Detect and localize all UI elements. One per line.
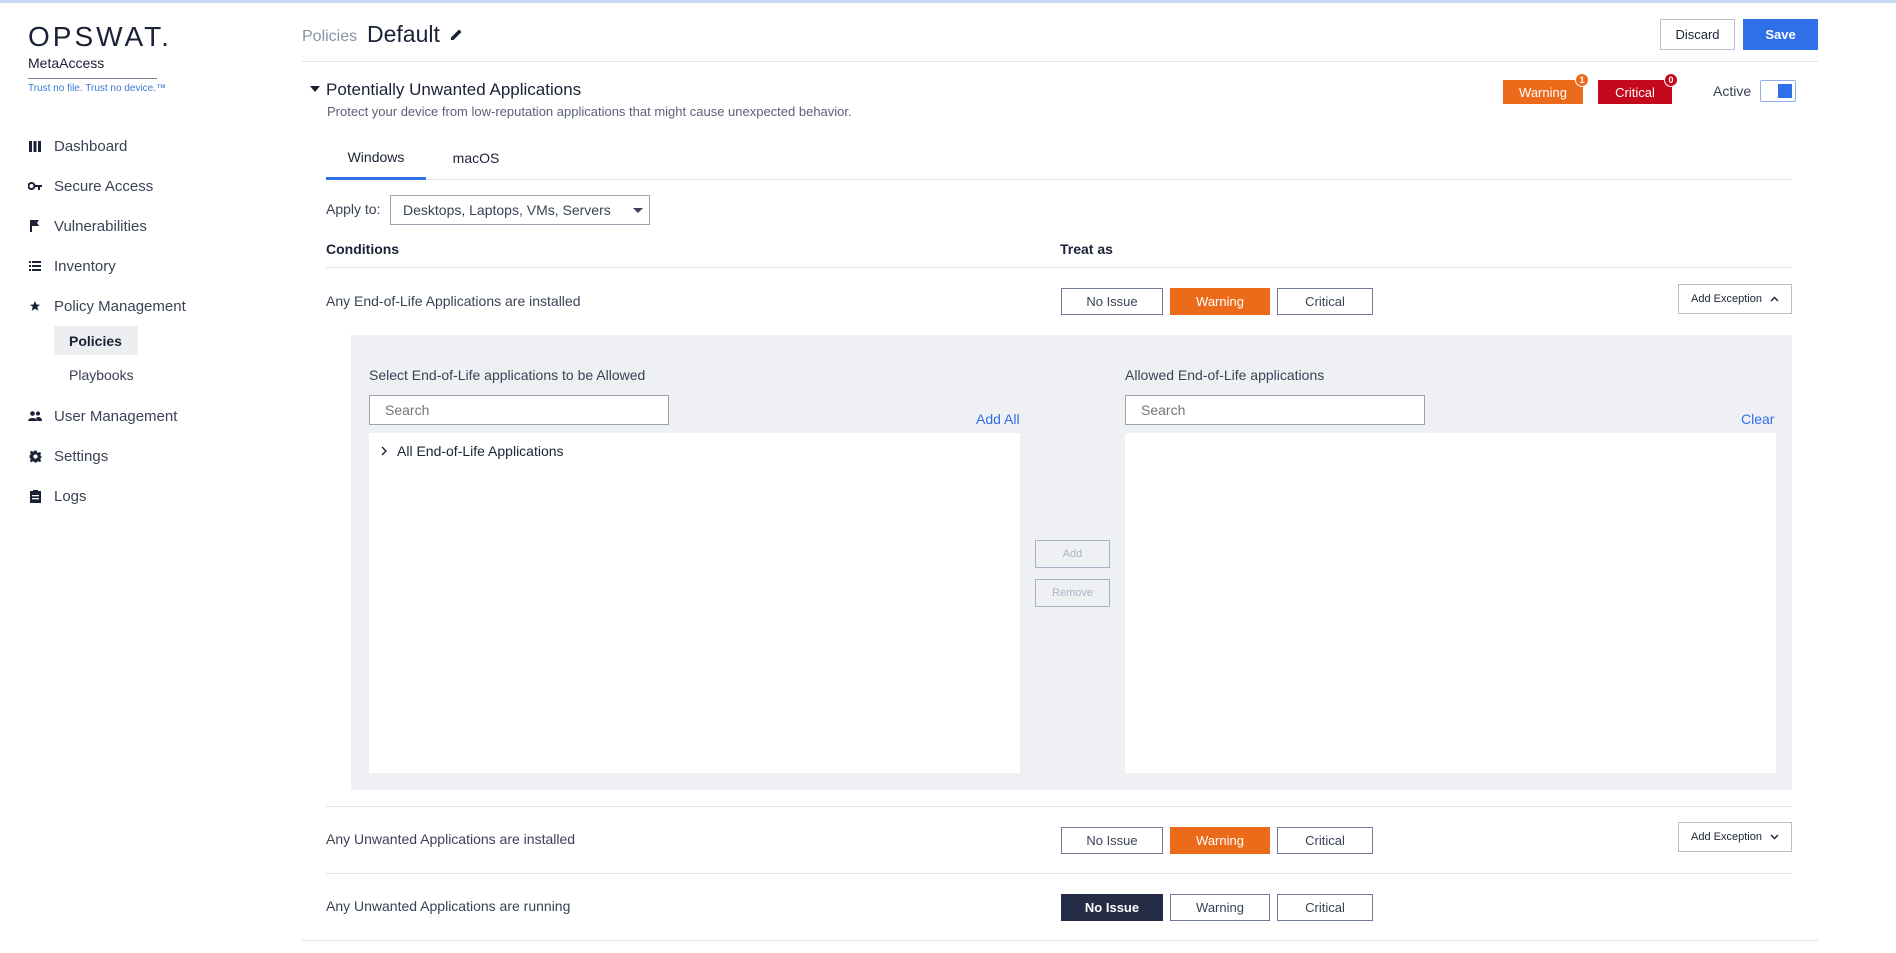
sidebar-item-policy-management[interactable]: Policy Management xyxy=(28,286,268,326)
users-icon xyxy=(28,409,42,423)
discard-button[interactable]: Discard xyxy=(1660,19,1735,50)
tab-macos[interactable]: macOS xyxy=(436,136,516,180)
chevron-up-icon xyxy=(1770,296,1779,302)
dashboard-icon xyxy=(28,139,42,153)
sidebar-item-label: Inventory xyxy=(54,257,116,275)
critical-badge: Critical 0 xyxy=(1598,73,1678,104)
tree-item-all-eol-apps[interactable]: All End-of-Life Applications xyxy=(381,443,564,459)
sidebar-subitem-playbooks[interactable]: Playbooks xyxy=(54,360,268,390)
apply-to-value: Desktops, Laptops, VMs, Servers xyxy=(403,202,611,218)
warning-count: 1 xyxy=(1575,73,1589,87)
key-icon xyxy=(28,179,42,193)
left-list-title: Select End-of-Life applications to be Al… xyxy=(369,367,646,383)
divider xyxy=(326,873,1792,874)
sidebar-item-logs[interactable]: Logs xyxy=(28,476,268,516)
caret-down-icon xyxy=(633,208,643,213)
divider xyxy=(302,940,1818,941)
sidebar-nav: Dashboard Secure Access Vulnerabilities … xyxy=(28,126,268,516)
sidebar-item-dashboard[interactable]: Dashboard xyxy=(28,126,268,166)
row2-critical-option[interactable]: Critical xyxy=(1277,827,1373,854)
sidebar-item-label: Logs xyxy=(54,487,87,505)
sidebar-item-user-management[interactable]: User Management xyxy=(28,396,268,436)
save-button[interactable]: Save xyxy=(1743,19,1818,50)
os-tabs: Windows macOS xyxy=(326,136,1792,180)
row1-no-issue-option[interactable]: No Issue xyxy=(1061,288,1163,315)
gear-icon xyxy=(28,449,42,463)
condition-label: Any Unwanted Applications are installed xyxy=(326,831,576,847)
apply-to-label: Apply to: xyxy=(326,201,381,217)
tab-windows[interactable]: Windows xyxy=(326,136,426,180)
sidebar-item-label: Policy Management xyxy=(54,297,186,315)
clear-link[interactable]: Clear xyxy=(1741,411,1774,427)
condition-label: Any Unwanted Applications are running xyxy=(326,898,571,914)
warning-badge-label: Warning xyxy=(1519,84,1567,100)
condition-label: Any End-of-Life Applications are install… xyxy=(326,293,581,309)
add-exception-label: Add Exception xyxy=(1691,293,1762,305)
sidebar-item-settings[interactable]: Settings xyxy=(28,436,268,476)
divider xyxy=(326,806,1792,807)
column-header-treat-as: Treat as xyxy=(1060,241,1113,257)
left-search-input[interactable] xyxy=(369,395,669,425)
warning-badge: Warning 1 xyxy=(1503,73,1589,104)
remove-button[interactable]: Remove xyxy=(1035,579,1110,607)
row1-add-exception-button[interactable]: Add Exception xyxy=(1678,284,1792,314)
divider xyxy=(326,267,1792,268)
sidebar-item-label: User Management xyxy=(54,407,178,425)
logo-divider xyxy=(28,78,157,79)
page-title: Default xyxy=(367,21,440,47)
section-description: Protect your device from low-reputation … xyxy=(327,104,852,119)
right-list-title: Allowed End-of-Life applications xyxy=(1125,367,1325,383)
critical-badge-label: Critical xyxy=(1615,84,1655,100)
logo[interactable]: OPSWAT. MetaAccess Trust no file. Trust … xyxy=(28,22,172,94)
sidebar-item-vulnerabilities[interactable]: Vulnerabilities xyxy=(28,206,268,246)
collapse-caret-icon[interactable] xyxy=(310,86,320,92)
chevron-right-icon[interactable] xyxy=(381,446,387,456)
add-all-link[interactable]: Add All xyxy=(976,411,1020,427)
section-title: Potentially Unwanted Applications xyxy=(326,80,582,99)
sidebar: OPSWAT. MetaAccess Trust no file. Trust … xyxy=(0,0,280,953)
logo-wordmark: OPSWAT. xyxy=(28,21,172,52)
chevron-down-icon xyxy=(1770,834,1779,840)
sidebar-item-label: Settings xyxy=(54,447,109,465)
allowed-apps-list xyxy=(1125,433,1776,773)
star-icon xyxy=(28,299,42,313)
row2-warning-option[interactable]: Warning xyxy=(1170,827,1270,854)
active-label: Active xyxy=(1713,83,1752,99)
row1-critical-option[interactable]: Critical xyxy=(1277,288,1373,315)
row3-critical-option[interactable]: Critical xyxy=(1277,894,1373,921)
tree-item-label: All End-of-Life Applications xyxy=(397,443,564,459)
clipboard-icon xyxy=(28,489,42,503)
row1-warning-option[interactable]: Warning xyxy=(1170,288,1270,315)
available-apps-list: All End-of-Life Applications xyxy=(369,433,1020,773)
add-exception-label: Add Exception xyxy=(1691,831,1762,843)
list-icon xyxy=(28,259,42,273)
apply-to-select[interactable]: Desktops, Laptops, VMs, Servers xyxy=(390,195,650,225)
sidebar-item-label: Vulnerabilities xyxy=(54,217,147,235)
exception-panel: Select End-of-Life applications to be Al… xyxy=(351,335,1792,790)
sidebar-item-label: Secure Access xyxy=(54,177,154,195)
sidebar-item-label: Dashboard xyxy=(54,137,128,155)
row2-no-issue-option[interactable]: No Issue xyxy=(1061,827,1163,854)
row3-no-issue-option[interactable]: No Issue xyxy=(1061,894,1163,921)
row3-warning-option[interactable]: Warning xyxy=(1170,894,1270,921)
sidebar-item-inventory[interactable]: Inventory xyxy=(28,246,268,286)
product-name: MetaAccess xyxy=(28,55,105,71)
breadcrumb[interactable]: Policies xyxy=(302,28,357,46)
tagline: Trust no file. Trust no device.™ xyxy=(28,83,167,94)
toggle-knob xyxy=(1778,84,1792,98)
add-button[interactable]: Add xyxy=(1035,540,1110,568)
sidebar-subitem-policies[interactable]: Policies xyxy=(54,326,138,355)
right-search-input[interactable] xyxy=(1125,395,1425,425)
column-header-conditions: Conditions xyxy=(326,241,400,257)
pencil-icon[interactable] xyxy=(450,28,463,45)
row2-add-exception-button[interactable]: Add Exception xyxy=(1678,822,1792,852)
page-header: Policies Default Discard Save xyxy=(302,16,1818,62)
sidebar-item-secure-access[interactable]: Secure Access xyxy=(28,166,268,206)
critical-count: 0 xyxy=(1664,73,1678,87)
active-toggle[interactable] xyxy=(1760,80,1796,102)
flag-icon xyxy=(28,219,42,233)
top-accent-line xyxy=(0,0,1896,3)
